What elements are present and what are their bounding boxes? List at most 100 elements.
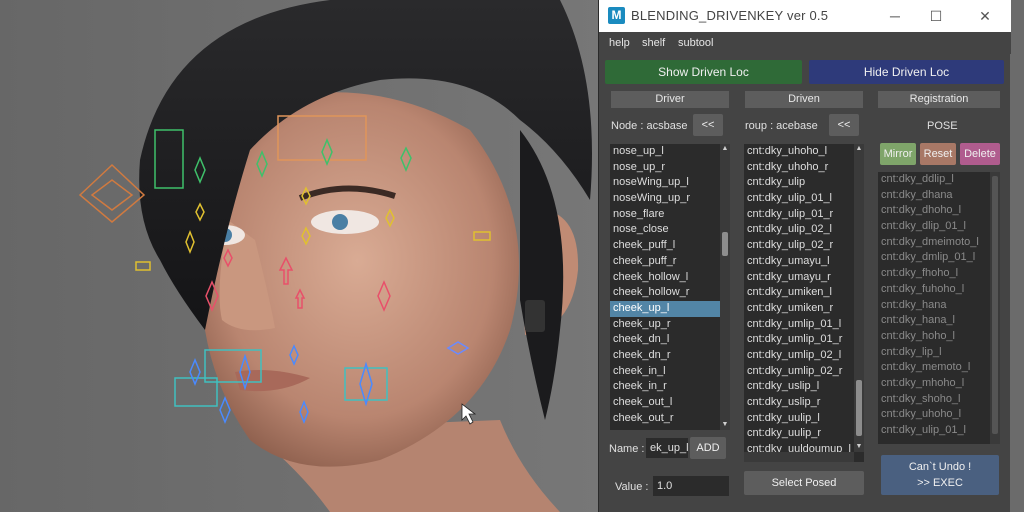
list-item[interactable]: cnt:dky_uulip_r — [744, 426, 864, 442]
list-item[interactable]: cnt:dky_umiken_r — [744, 301, 864, 317]
scroll-thumb[interactable] — [722, 232, 728, 256]
list-item[interactable]: noseWing_up_l — [610, 175, 730, 191]
list-item[interactable]: cheek_up_l — [610, 300, 730, 317]
scroll-thumb[interactable] — [856, 380, 862, 436]
window-title: BLENDING_DRIVENKEY ver 0.5 — [631, 8, 829, 23]
delete-button[interactable]: Delete — [960, 143, 1000, 165]
driver-load-button[interactable]: << — [693, 114, 723, 136]
driven-list[interactable]: cnt:dky_uhoho_l cnt:dky_uhoho_r cnt:dky_ul… — [744, 144, 864, 462]
maximize-button[interactable]: ☐ — [924, 4, 948, 28]
mirror-button[interactable]: Mirror — [880, 143, 916, 165]
list-item[interactable]: nose_flare — [610, 207, 730, 223]
close-button[interactable]: ✕ — [973, 4, 997, 28]
list-item[interactable]: nose_close — [610, 222, 730, 238]
list-item[interactable]: cnt:dky_ulip_02_r — [744, 238, 864, 254]
driver-header: Driver — [611, 91, 729, 108]
list-item[interactable]: cnt:dky_hoho_l — [878, 329, 1000, 345]
list-item[interactable]: cnt:dky_uhoho_l — [878, 407, 1000, 423]
show-driven-loc-button[interactable]: Show Driven Loc — [605, 60, 802, 84]
list-item[interactable]: cheek_in_r — [610, 379, 730, 395]
pose-label: POSE — [927, 120, 958, 132]
list-item[interactable]: cheek_dn_l — [610, 332, 730, 348]
3d-viewport[interactable] — [0, 0, 600, 512]
minimize-button[interactable]: ─ — [883, 4, 907, 28]
scroll-up-arrow-icon[interactable]: ▲ — [720, 144, 730, 154]
menu-subtool[interactable]: subtool — [678, 37, 713, 49]
list-item[interactable]: cnt:dky_uslip_r — [744, 395, 864, 411]
list-item[interactable]: cnt:dky_umlip_01_l — [744, 317, 864, 333]
window-titlebar[interactable]: M BLENDING_DRIVENKEY ver 0.5 ─ ☐ ✕ — [599, 0, 1011, 32]
list-item[interactable]: cnt:dky_uslip_l — [744, 379, 864, 395]
driven-group-label: roup : acebase — [745, 120, 818, 132]
list-item[interactable]: cheek_up_r — [610, 317, 730, 333]
menu-bar: help shelf subtool — [599, 32, 1011, 54]
list-item[interactable]: cnt:dky_umlip_02_r — [744, 364, 864, 380]
list-item[interactable]: cheek_in_l — [610, 364, 730, 380]
list-item[interactable]: noseWing_up_r — [610, 191, 730, 207]
name-input[interactable]: ek_up_l — [646, 438, 689, 458]
exec-label: >> EXEC — [917, 477, 963, 489]
registration-list[interactable]: cnt:dky_ddlip_l cnt:dky_dhana cnt:dky_dhoh… — [878, 172, 1000, 444]
driven-list-scrollbar[interactable]: ▲ ▼ — [854, 144, 864, 452]
list-item[interactable]: nose_up_l — [610, 144, 730, 160]
list-item[interactable]: cheek_dn_r — [610, 348, 730, 364]
list-item[interactable]: cnt:dky_uulip_l — [744, 411, 864, 427]
list-item[interactable]: cheek_puff_r — [610, 254, 730, 270]
exec-button[interactable]: Can`t Undo ! >> EXEC — [881, 455, 999, 495]
character-head-render — [0, 0, 600, 512]
list-item[interactable]: cnt:dky_hana_l — [878, 313, 1000, 329]
menu-help[interactable]: help — [609, 37, 630, 49]
scroll-down-arrow-icon[interactable]: ▼ — [854, 442, 864, 452]
driven-load-button[interactable]: << — [829, 114, 859, 136]
driver-list-rows: nose_up_l nose_up_r noseWing_up_l noseWing_… — [610, 144, 730, 426]
driven-list-hscrollbar[interactable] — [744, 452, 854, 462]
driver-list-scrollbar[interactable]: ▲ ▼ — [720, 144, 730, 430]
list-item[interactable]: cnt:dky_hana — [878, 298, 1000, 314]
list-item[interactable]: cnt:dky_dmeimoto_l — [878, 235, 1000, 251]
list-item[interactable]: cnt:dky_fhoho_l — [878, 266, 1000, 282]
hide-driven-loc-button[interactable]: Hide Driven Loc — [809, 60, 1004, 84]
list-item[interactable]: cnt:dky_ulip_01_l — [744, 191, 864, 207]
list-item[interactable]: cnt:dky_ulip_01_l — [878, 423, 1000, 439]
list-item[interactable]: cnt:dky_dlip_01_l — [878, 219, 1000, 235]
list-item[interactable]: cnt:dky_uhoho_l — [744, 144, 864, 160]
list-item[interactable]: nose_up_r — [610, 160, 730, 176]
list-item[interactable]: cheek_hollow_l — [610, 270, 730, 286]
maya-logo-icon: M — [608, 7, 625, 24]
scroll-up-arrow-icon[interactable]: ▲ — [854, 144, 864, 154]
list-item[interactable]: cheek_out_r — [610, 411, 730, 427]
list-item[interactable]: cnt:dky_dhoho_l — [878, 203, 1000, 219]
list-item[interactable]: cnt:dky_dmlip_01_l — [878, 250, 1000, 266]
driven-header: Driven — [745, 91, 863, 108]
list-item[interactable]: cnt:dky_umlip_02_l — [744, 348, 864, 364]
list-item[interactable]: cnt:dky_shoho_l — [878, 392, 1000, 408]
list-item[interactable]: cnt:dky_ulip_01_r — [744, 207, 864, 223]
add-button[interactable]: ADD — [690, 437, 726, 459]
list-item[interactable]: cnt:dky_dhana — [878, 188, 1000, 204]
list-item[interactable]: cheek_puff_l — [610, 238, 730, 254]
menu-shelf[interactable]: shelf — [642, 37, 665, 49]
list-item[interactable]: cnt:dky_fuhoho_l — [878, 282, 1000, 298]
list-item[interactable]: cnt:dky_ddlip_l — [878, 172, 1000, 188]
list-item[interactable]: cnt:dky_umiken_l — [744, 285, 864, 301]
select-posed-button[interactable]: Select Posed — [744, 471, 864, 495]
reset-button[interactable]: Reset — [920, 143, 956, 165]
value-label: Value : — [615, 481, 649, 493]
registration-list-rows: cnt:dky_ddlip_l cnt:dky_dhana cnt:dky_dhoh… — [878, 172, 1000, 439]
value-input[interactable]: 1.0 — [653, 476, 729, 496]
registration-list-scrollbar[interactable] — [990, 172, 1000, 444]
list-item[interactable]: cnt:dky_lip_l — [878, 345, 1000, 361]
scroll-down-arrow-icon[interactable]: ▼ — [720, 420, 730, 430]
list-item[interactable]: cnt:dky_memoto_l — [878, 360, 1000, 376]
list-item[interactable]: cnt:dky_ulip_02_l — [744, 222, 864, 238]
list-item[interactable]: cheek_hollow_r — [610, 285, 730, 301]
list-item[interactable]: cnt:dky_ulip — [744, 175, 864, 191]
list-item[interactable]: cnt:dky_umayu_l — [744, 254, 864, 270]
scroll-thumb[interactable] — [992, 176, 998, 434]
driver-list[interactable]: nose_up_l nose_up_r noseWing_up_l noseWing_… — [610, 144, 730, 430]
list-item[interactable]: cnt:dky_umayu_r — [744, 270, 864, 286]
list-item[interactable]: cheek_out_l — [610, 395, 730, 411]
list-item[interactable]: cnt:dky_umlip_01_r — [744, 332, 864, 348]
list-item[interactable]: cnt:dky_uhoho_r — [744, 160, 864, 176]
list-item[interactable]: cnt:dky_mhoho_l — [878, 376, 1000, 392]
